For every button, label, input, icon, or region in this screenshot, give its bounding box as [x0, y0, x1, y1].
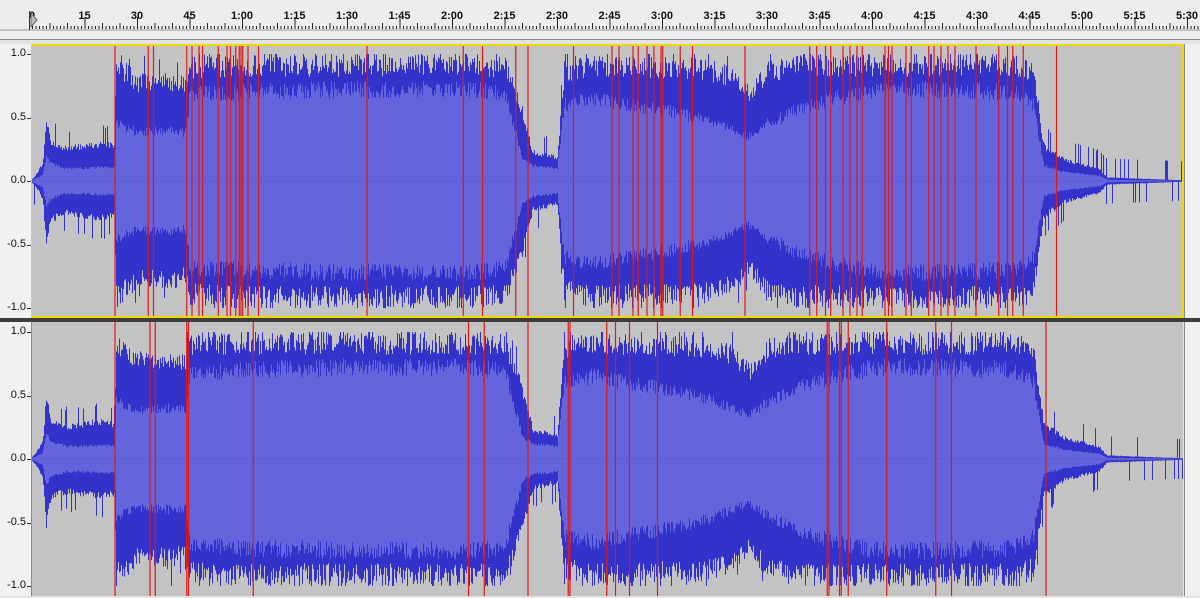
track-right-edge: [1184, 44, 1200, 318]
amplitude-label: -0.5: [7, 515, 26, 528]
ruler-time-label: 1:00: [231, 10, 253, 22]
waveform-right-channel: [32, 322, 1183, 596]
amplitude-label: 1.0: [10, 325, 26, 337]
ruler-time-label: 4:30: [966, 10, 988, 22]
amplitude-label: 0.0: [10, 452, 26, 464]
amplitude-tick: [27, 586, 31, 587]
ruler-time-label: 1:15: [283, 10, 305, 22]
amplitude-label: 1.0: [10, 47, 26, 59]
ruler-time-label: 4:45: [1018, 10, 1040, 22]
ruler-time-label: 2:00: [441, 10, 463, 22]
ruler-time-label: 2:30: [546, 10, 568, 22]
amplitude-label: 0.5: [10, 388, 26, 401]
ruler-time-label: 1:45: [388, 10, 410, 22]
amplitude-label: -0.5: [7, 237, 26, 250]
ruler-time-label: 3:00: [651, 10, 673, 22]
amplitude-tick: [27, 459, 31, 460]
amplitude-tick: [27, 54, 31, 55]
waveform-left-channel: [32, 44, 1183, 318]
ruler-time-label: 5:30: [1176, 10, 1198, 22]
amplitude-tick: [27, 244, 31, 246]
amplitude-tick: [27, 117, 31, 119]
amplitude-label: 0.0: [10, 174, 26, 186]
waveform-area[interactable]: [32, 322, 1183, 596]
waveform-area[interactable]: [32, 44, 1183, 318]
timeline-ruler-ticks: 01530451:001:151:301:452:002:152:302:453…: [0, 0, 1200, 40]
ruler-time-label: 3:45: [808, 10, 830, 22]
amplitude-scale: 1.0 0.5 0.0 -0.5 -1.0: [0, 44, 32, 318]
ruler-time-label: 2:15: [493, 10, 515, 22]
amplitude-label: -1.0: [7, 301, 26, 313]
amplitude-tick: [27, 522, 31, 524]
ruler-time-label: 4:00: [861, 10, 883, 22]
timeline-ruler[interactable]: 01530451:001:151:301:452:002:152:302:453…: [0, 0, 1200, 40]
audio-track-left-channel[interactable]: 1.0 0.5 0.0 -0.5 -1.0: [0, 44, 1200, 318]
audio-track-right-channel[interactable]: 1.0 0.5 0.0 -0.5 -1.0: [0, 322, 1200, 596]
amplitude-scale: 1.0 0.5 0.0 -0.5 -1.0: [0, 322, 32, 596]
amplitude-label: 0.5: [10, 110, 26, 123]
ruler-time-label: 30: [131, 10, 143, 22]
amplitude-tick: [27, 395, 31, 397]
track-right-edge: [1184, 322, 1200, 596]
ruler-time-label: 3:15: [703, 10, 725, 22]
ruler-time-label: 45: [183, 10, 195, 22]
ruler-time-label: 5:15: [1123, 10, 1145, 22]
ruler-time-label: 1:30: [336, 10, 358, 22]
ruler-time-label: 4:15: [913, 10, 935, 22]
amplitude-tick: [27, 332, 31, 333]
amplitude-tick: [27, 181, 31, 182]
ruler-time-label: 2:45: [598, 10, 620, 22]
ruler-time-label: 3:30: [756, 10, 778, 22]
amplitude-tick: [27, 308, 31, 309]
amplitude-label: -1.0: [7, 579, 26, 591]
ruler-time-label: 15: [78, 10, 90, 22]
ruler-time-label: 5:00: [1071, 10, 1093, 22]
